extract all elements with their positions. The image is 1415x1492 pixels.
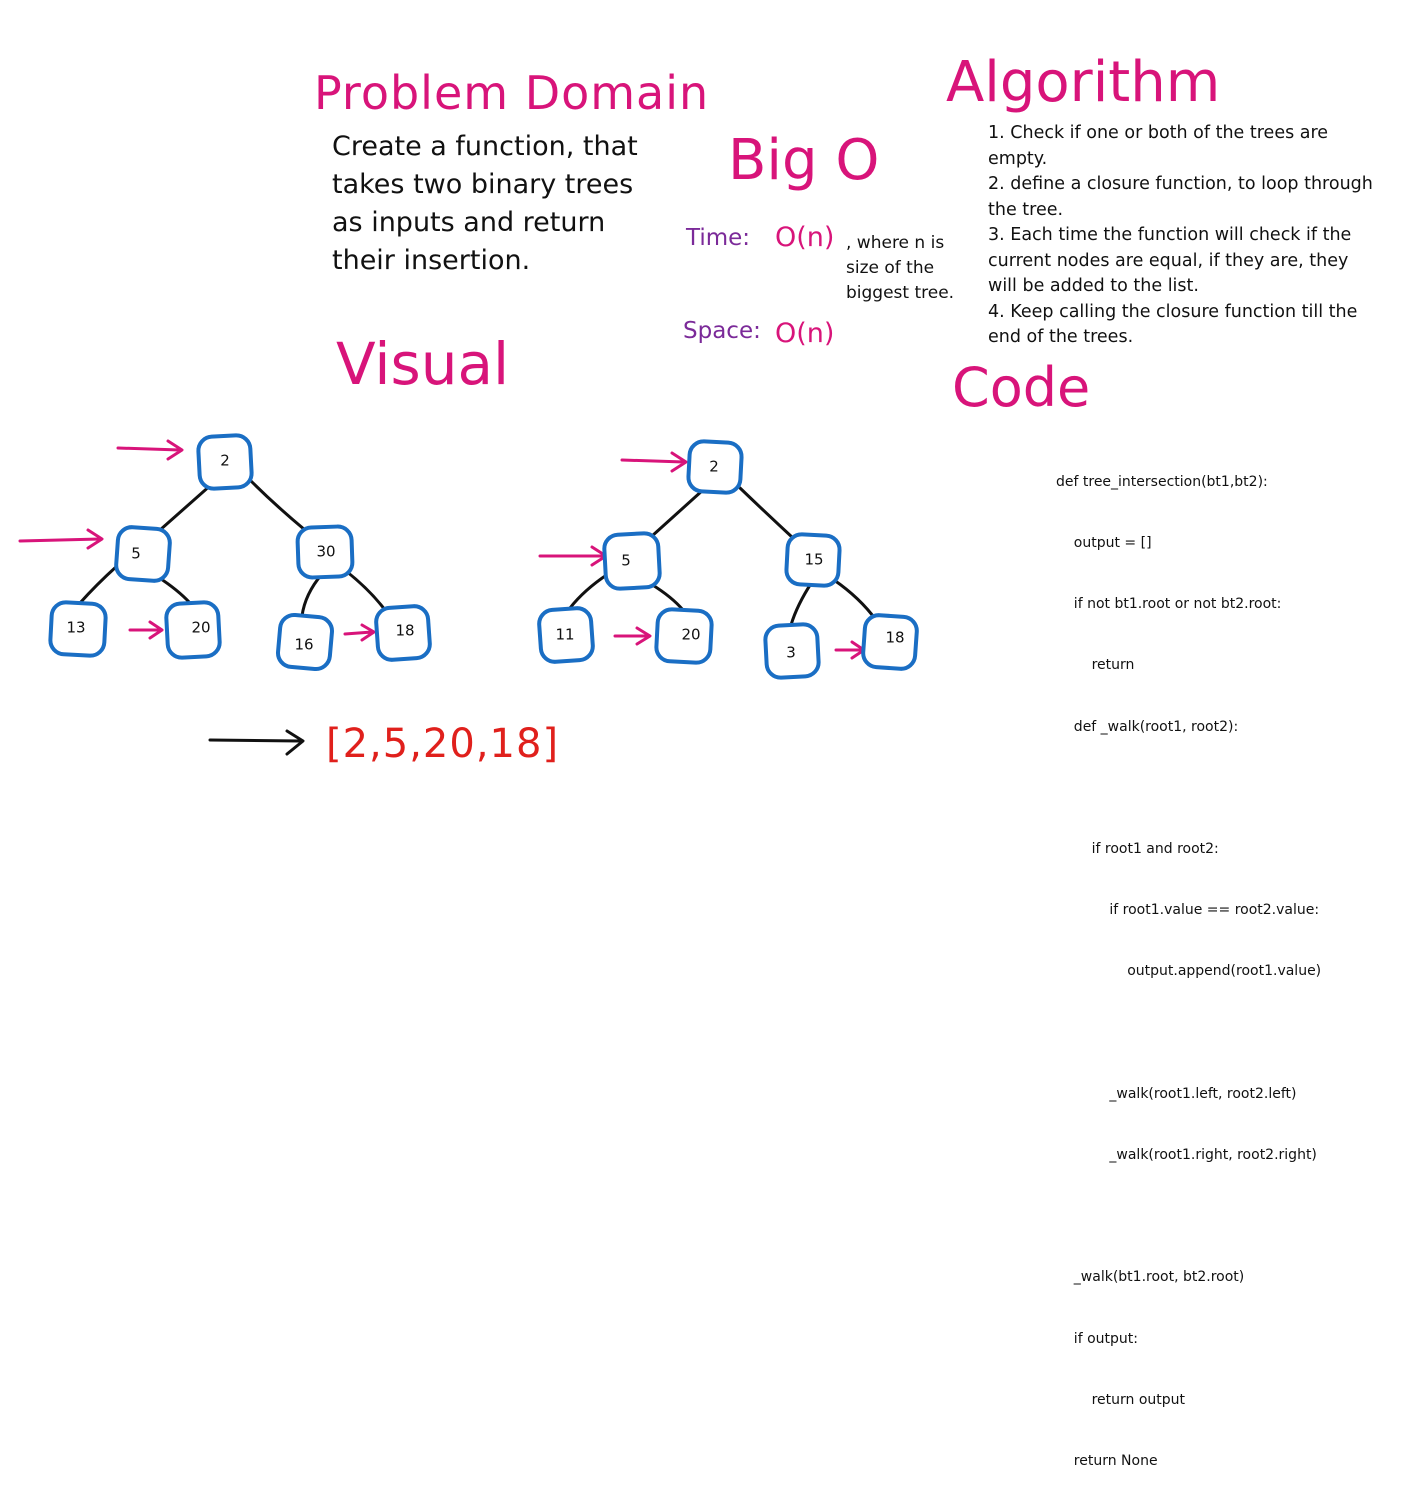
pointer-arrow: [343, 623, 376, 642]
code-line: if root1 and root2:: [1056, 841, 1219, 858]
node-value: 18: [885, 629, 904, 647]
node-value: 5: [621, 552, 631, 570]
tree-edge: [650, 488, 705, 538]
pointer-arrow: [128, 620, 164, 640]
node-value: 13: [66, 619, 85, 637]
tree-edge: [300, 572, 324, 618]
tree-node: 18: [861, 613, 919, 671]
node-value: 2: [709, 458, 719, 476]
node-value: 30: [316, 543, 335, 561]
node-value: 20: [681, 626, 700, 644]
tree-diagrams: 2 5 30 13 20 16 18 2 5 15 11 20 3 18: [18, 433, 919, 756]
node-value: 5: [131, 545, 141, 563]
code-line: if output:: [1056, 1330, 1138, 1347]
node-value: 16: [294, 636, 313, 654]
pointer-arrow: [834, 640, 866, 660]
code-line: _walk(root1.left, root2.left): [1056, 1085, 1297, 1102]
tree-edge: [832, 578, 878, 622]
tree-node: 15: [784, 532, 842, 588]
node-value: 15: [804, 551, 823, 569]
tree-node: 13: [48, 600, 108, 658]
tree-node: 3: [763, 622, 821, 680]
tree-node: 11: [537, 606, 595, 664]
pointer-arrow: [18, 528, 104, 550]
tree-node: 30: [295, 524, 355, 580]
tree-edge: [344, 569, 387, 612]
tree-edge: [738, 486, 795, 540]
code-line: _walk(bt1.root, bt2.root): [1056, 1269, 1245, 1286]
code-line: if root1.value == root2.value:: [1056, 902, 1320, 919]
code-line: return output: [1056, 1391, 1186, 1408]
tree-node: 2: [196, 433, 254, 491]
tree-2: 2 5 15 11 20 3 18: [537, 439, 919, 680]
node-value: 11: [555, 626, 574, 644]
tree-node: 18: [374, 604, 432, 662]
tree-edge: [156, 575, 192, 605]
tree-1: 2 5 30 13 20 16 18: [18, 433, 432, 672]
result-arrow-icon: [208, 729, 305, 756]
node-value: 2: [220, 452, 230, 470]
node-value: 18: [395, 622, 414, 640]
pointer-arrow: [116, 439, 184, 461]
tree-edge: [78, 564, 119, 605]
pointer-arrow: [620, 451, 688, 473]
code-line: return None: [1056, 1453, 1158, 1470]
tree-node: 20: [654, 607, 714, 665]
code-line: _walk(root1.right, root2.right): [1056, 1147, 1317, 1164]
tree-node: 16: [275, 612, 335, 672]
tree-node: 20: [164, 600, 222, 660]
tree-node: 2: [686, 439, 744, 495]
node-value: 20: [191, 619, 210, 637]
tree-edge: [158, 482, 214, 532]
tree-node: 5: [602, 531, 662, 591]
tree-edge: [568, 572, 610, 610]
pointer-arrow: [613, 626, 652, 646]
result-list: [2,5,20,18]: [326, 721, 560, 767]
tree-node: 5: [114, 525, 172, 583]
node-value: 3: [786, 644, 796, 662]
tree-edge: [248, 478, 307, 532]
tree-edge: [649, 582, 685, 612]
pointer-arrow: [538, 545, 608, 567]
code-line: output.append(root1.value): [1056, 963, 1322, 980]
tree-edge: [789, 580, 814, 627]
